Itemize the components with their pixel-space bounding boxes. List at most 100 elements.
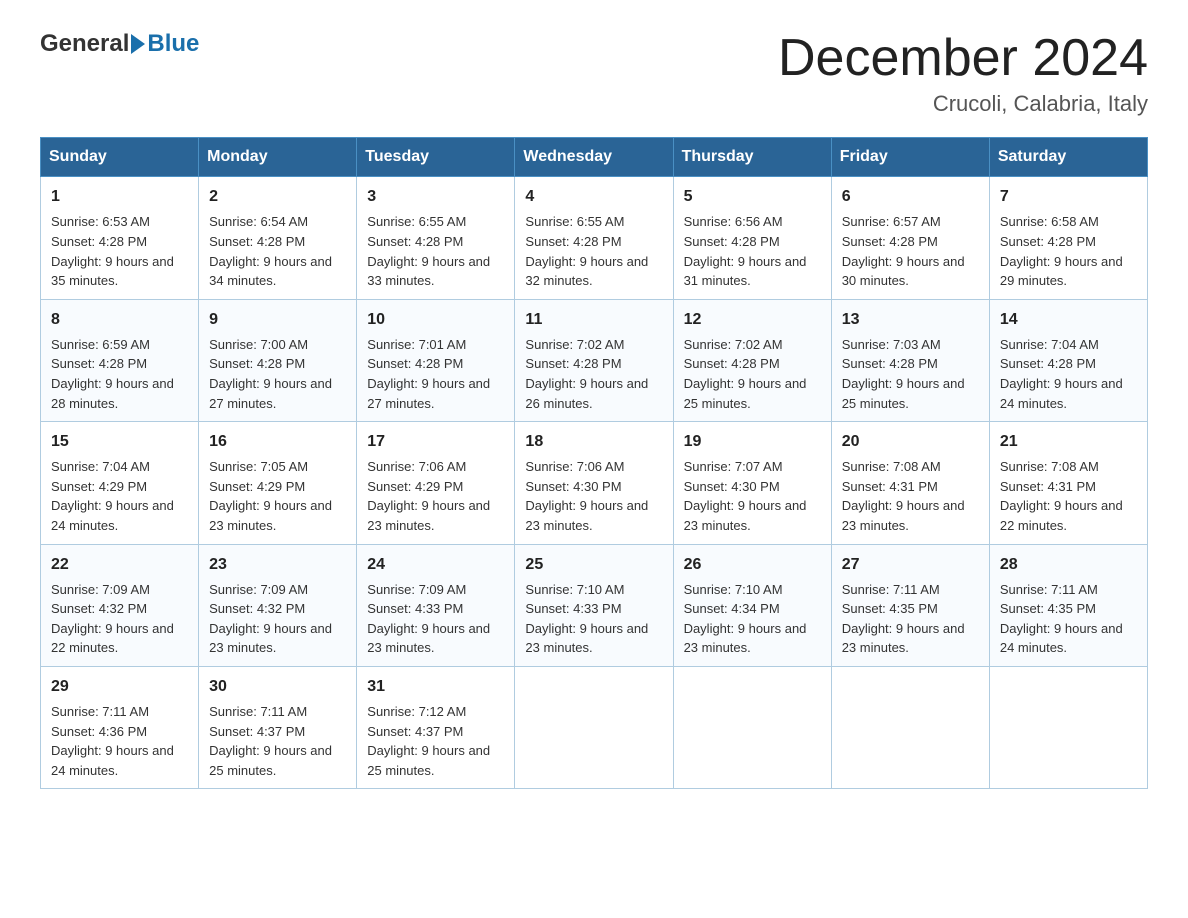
day-number: 23	[209, 553, 346, 576]
day-info: Sunrise: 6:56 AMSunset: 4:28 PMDaylight:…	[684, 214, 807, 288]
col-saturday: Saturday	[989, 138, 1147, 177]
day-info: Sunrise: 7:02 AMSunset: 4:28 PMDaylight:…	[525, 337, 648, 411]
day-info: Sunrise: 7:01 AMSunset: 4:28 PMDaylight:…	[367, 337, 490, 411]
week-row-3: 15 Sunrise: 7:04 AMSunset: 4:29 PMDayligh…	[41, 422, 1148, 544]
day-number: 12	[684, 308, 821, 331]
day-info: Sunrise: 7:11 AMSunset: 4:37 PMDaylight:…	[209, 704, 332, 778]
table-row: 30 Sunrise: 7:11 AMSunset: 4:37 PMDayligh…	[199, 666, 357, 788]
day-number: 31	[367, 675, 504, 698]
day-info: Sunrise: 7:10 AMSunset: 4:34 PMDaylight:…	[684, 582, 807, 656]
day-number: 8	[51, 308, 188, 331]
day-number: 3	[367, 185, 504, 208]
page-header: General Blue December 2024 Crucoli, Cala…	[40, 30, 1148, 117]
day-number: 16	[209, 430, 346, 453]
day-number: 4	[525, 185, 662, 208]
day-number: 6	[842, 185, 979, 208]
table-row: 26 Sunrise: 7:10 AMSunset: 4:34 PMDayligh…	[673, 544, 831, 666]
table-row: 27Sunrise: 7:11 AMSunset: 4:35 PMDayligh…	[831, 544, 989, 666]
day-info: Sunrise: 7:12 AMSunset: 4:37 PMDaylight:…	[367, 704, 490, 778]
day-info: Sunrise: 7:09 AMSunset: 4:32 PMDaylight:…	[51, 582, 174, 656]
table-row: 25 Sunrise: 7:10 AMSunset: 4:33 PMDayligh…	[515, 544, 673, 666]
table-row: 22 Sunrise: 7:09 AMSunset: 4:32 PMDayligh…	[41, 544, 199, 666]
table-row: 4 Sunrise: 6:55 AMSunset: 4:28 PMDaylight…	[515, 177, 673, 299]
day-number: 27	[842, 553, 979, 576]
table-row: 8Sunrise: 6:59 AMSunset: 4:28 PMDaylight…	[41, 299, 199, 421]
table-row	[831, 666, 989, 788]
day-number: 18	[525, 430, 662, 453]
day-info: Sunrise: 6:55 AMSunset: 4:28 PMDaylight:…	[525, 214, 648, 288]
table-row: 18 Sunrise: 7:06 AMSunset: 4:30 PMDayligh…	[515, 422, 673, 544]
table-row: 10Sunrise: 7:01 AMSunset: 4:28 PMDayligh…	[357, 299, 515, 421]
day-number: 7	[1000, 185, 1137, 208]
day-info: Sunrise: 7:10 AMSunset: 4:33 PMDaylight:…	[525, 582, 648, 656]
table-row: 21 Sunrise: 7:08 AMSunset: 4:31 PMDayligh…	[989, 422, 1147, 544]
day-number: 9	[209, 308, 346, 331]
table-row: 19 Sunrise: 7:07 AMSunset: 4:30 PMDayligh…	[673, 422, 831, 544]
month-title: December 2024	[778, 30, 1148, 87]
day-number: 19	[684, 430, 821, 453]
day-info: Sunrise: 7:05 AMSunset: 4:29 PMDaylight:…	[209, 459, 332, 533]
day-info: Sunrise: 6:57 AMSunset: 4:28 PMDaylight:…	[842, 214, 965, 288]
day-number: 20	[842, 430, 979, 453]
col-thursday: Thursday	[673, 138, 831, 177]
col-wednesday: Wednesday	[515, 138, 673, 177]
day-info: Sunrise: 7:11 AMSunset: 4:36 PMDaylight:…	[51, 704, 174, 778]
day-number: 2	[209, 185, 346, 208]
table-row: 14 Sunrise: 7:04 AMSunset: 4:28 PMDayligh…	[989, 299, 1147, 421]
table-row: 12 Sunrise: 7:02 AMSunset: 4:28 PMDayligh…	[673, 299, 831, 421]
title-section: December 2024 Crucoli, Calabria, Italy	[778, 30, 1148, 117]
day-number: 5	[684, 185, 821, 208]
col-friday: Friday	[831, 138, 989, 177]
table-row: 3 Sunrise: 6:55 AMSunset: 4:28 PMDaylight…	[357, 177, 515, 299]
day-number: 24	[367, 553, 504, 576]
location-text: Crucoli, Calabria, Italy	[778, 91, 1148, 117]
table-row: 2 Sunrise: 6:54 AMSunset: 4:28 PMDaylight…	[199, 177, 357, 299]
day-number: 25	[525, 553, 662, 576]
week-row-4: 22 Sunrise: 7:09 AMSunset: 4:32 PMDayligh…	[41, 544, 1148, 666]
day-info: Sunrise: 7:04 AMSunset: 4:29 PMDaylight:…	[51, 459, 174, 533]
table-row: 28 Sunrise: 7:11 AMSunset: 4:35 PMDayligh…	[989, 544, 1147, 666]
logo-blue-text: Blue	[147, 30, 199, 58]
day-number: 13	[842, 308, 979, 331]
day-number: 22	[51, 553, 188, 576]
table-row: 13Sunrise: 7:03 AMSunset: 4:28 PMDayligh…	[831, 299, 989, 421]
day-info: Sunrise: 7:02 AMSunset: 4:28 PMDaylight:…	[684, 337, 807, 411]
day-number: 15	[51, 430, 188, 453]
table-row	[989, 666, 1147, 788]
day-info: Sunrise: 7:06 AMSunset: 4:30 PMDaylight:…	[525, 459, 648, 533]
week-row-2: 8Sunrise: 6:59 AMSunset: 4:28 PMDaylight…	[41, 299, 1148, 421]
table-row: 15 Sunrise: 7:04 AMSunset: 4:29 PMDayligh…	[41, 422, 199, 544]
day-number: 14	[1000, 308, 1137, 331]
table-row: 29 Sunrise: 7:11 AMSunset: 4:36 PMDayligh…	[41, 666, 199, 788]
day-info: Sunrise: 7:09 AMSunset: 4:33 PMDaylight:…	[367, 582, 490, 656]
table-row: 20Sunrise: 7:08 AMSunset: 4:31 PMDayligh…	[831, 422, 989, 544]
week-row-1: 1 Sunrise: 6:53 AMSunset: 4:28 PMDaylight…	[41, 177, 1148, 299]
day-info: Sunrise: 6:55 AMSunset: 4:28 PMDaylight:…	[367, 214, 490, 288]
day-number: 28	[1000, 553, 1137, 576]
table-row: 16 Sunrise: 7:05 AMSunset: 4:29 PMDayligh…	[199, 422, 357, 544]
day-info: Sunrise: 6:54 AMSunset: 4:28 PMDaylight:…	[209, 214, 332, 288]
table-row	[673, 666, 831, 788]
day-number: 30	[209, 675, 346, 698]
col-monday: Monday	[199, 138, 357, 177]
day-number: 26	[684, 553, 821, 576]
day-info: Sunrise: 7:11 AMSunset: 4:35 PMDaylight:…	[1000, 582, 1123, 656]
day-info: Sunrise: 7:00 AMSunset: 4:28 PMDaylight:…	[209, 337, 332, 411]
day-info: Sunrise: 7:07 AMSunset: 4:30 PMDaylight:…	[684, 459, 807, 533]
table-row	[515, 666, 673, 788]
table-row: 31 Sunrise: 7:12 AMSunset: 4:37 PMDayligh…	[357, 666, 515, 788]
col-sunday: Sunday	[41, 138, 199, 177]
day-number: 17	[367, 430, 504, 453]
day-info: Sunrise: 7:09 AMSunset: 4:32 PMDaylight:…	[209, 582, 332, 656]
table-row: 11Sunrise: 7:02 AMSunset: 4:28 PMDayligh…	[515, 299, 673, 421]
day-number: 1	[51, 185, 188, 208]
table-row: 7 Sunrise: 6:58 AMSunset: 4:28 PMDaylight…	[989, 177, 1147, 299]
day-number: 21	[1000, 430, 1137, 453]
day-info: Sunrise: 7:08 AMSunset: 4:31 PMDaylight:…	[1000, 459, 1123, 533]
day-info: Sunrise: 6:53 AMSunset: 4:28 PMDaylight:…	[51, 214, 174, 288]
day-number: 29	[51, 675, 188, 698]
logo-arrow-icon	[131, 34, 145, 54]
day-info: Sunrise: 6:58 AMSunset: 4:28 PMDaylight:…	[1000, 214, 1123, 288]
table-row: 9 Sunrise: 7:00 AMSunset: 4:28 PMDaylight…	[199, 299, 357, 421]
day-info: Sunrise: 7:04 AMSunset: 4:28 PMDaylight:…	[1000, 337, 1123, 411]
